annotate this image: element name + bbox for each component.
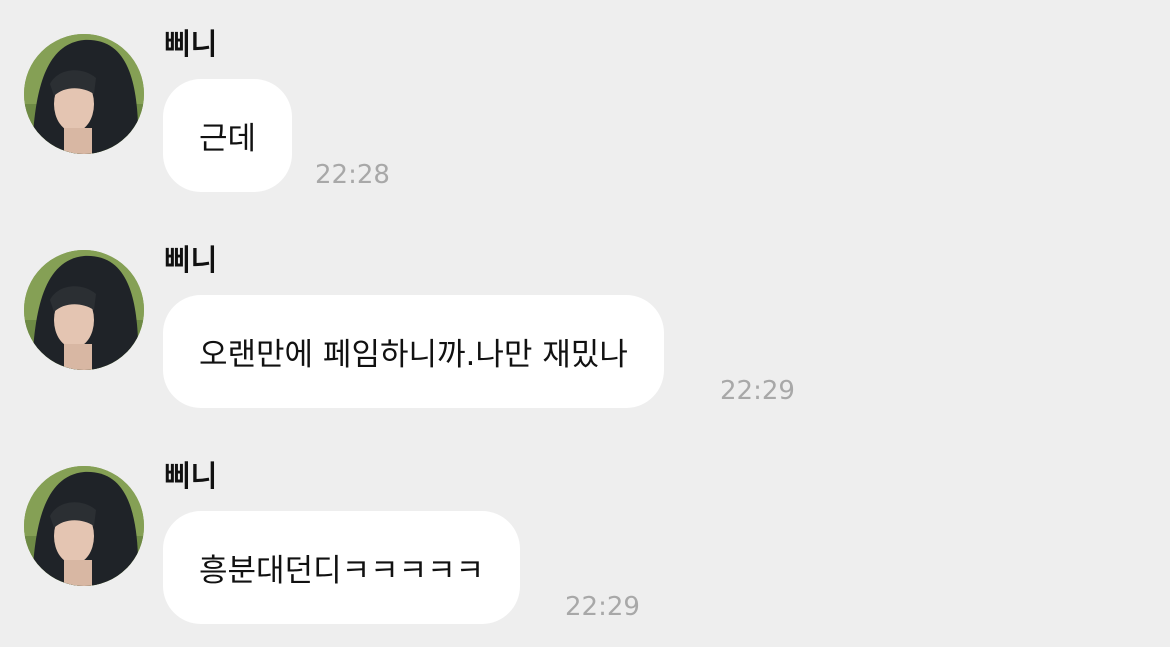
avatar[interactable] bbox=[24, 34, 144, 154]
message-row: 삐니 근데 22:28 bbox=[0, 0, 1170, 200]
message-text: 오랜만에 페임하니까.나만 재밌나 bbox=[199, 337, 628, 373]
sender-name: 삐니 bbox=[164, 243, 218, 277]
message-timestamp: 22:28 bbox=[315, 160, 390, 190]
avatar[interactable] bbox=[24, 250, 144, 370]
message-bubble[interactable]: 근데 bbox=[163, 79, 293, 192]
message-row: 삐니 오랜만에 페임하니까.나만 재밌나 22:29 bbox=[0, 216, 1170, 416]
message-text: 흥분대던디ㅋㅋㅋㅋㅋ bbox=[199, 553, 485, 589]
message-timestamp: 22:29 bbox=[565, 592, 640, 622]
sender-name: 삐니 bbox=[164, 27, 218, 61]
message-bubble[interactable]: 오랜만에 페임하니까.나만 재밌나 bbox=[163, 295, 664, 408]
message-timestamp: 22:29 bbox=[720, 376, 795, 406]
sender-name: 삐니 bbox=[164, 459, 218, 493]
message-row: 삐니 흥분대던디ㅋㅋㅋㅋㅋ 22:29 bbox=[0, 432, 1170, 632]
message-bubble[interactable]: 흥분대던디ㅋㅋㅋㅋㅋ bbox=[163, 511, 521, 624]
message-text: 근데 bbox=[199, 121, 257, 157]
avatar[interactable] bbox=[24, 466, 144, 586]
